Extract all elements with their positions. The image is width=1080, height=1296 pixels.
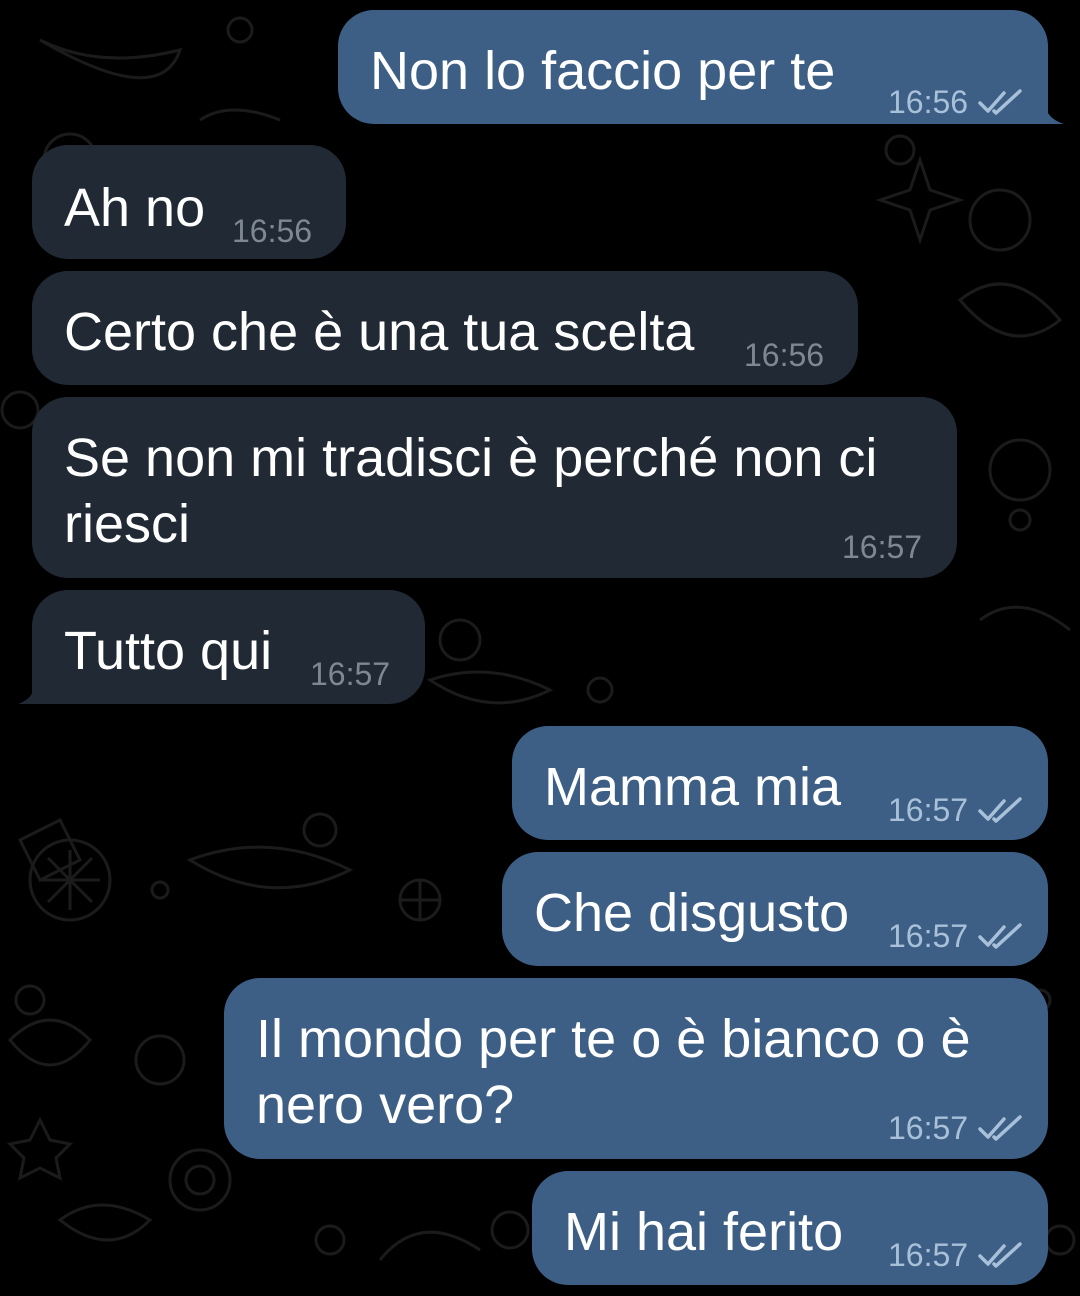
message-meta: 16:56 (888, 86, 1024, 118)
message-bubble-incoming[interactable]: Certo che è una tua scelta 16:56 (32, 271, 858, 385)
message-bubble-outgoing[interactable]: Non lo faccio per te 16:56 (338, 10, 1064, 124)
read-double-check-icon (978, 923, 1022, 949)
message-text-line: nero vero? (256, 1075, 515, 1135)
message-text-line: riesci (64, 494, 191, 554)
message-list[interactable]: Non lo faccio per te 16:56 Ah no 16:56 C… (0, 0, 1080, 1296)
message-bubble-incoming[interactable]: Tutto qui 16:57 (18, 590, 425, 704)
message-bubble-outgoing[interactable]: Il mondo per te o è bianco o è nero vero… (224, 978, 1048, 1159)
message-meta: 16:57 (888, 1239, 1024, 1271)
message-text: Certo che è una tua scelta (64, 302, 695, 362)
message-text-line: Il mondo per te o è bianco o è (256, 1009, 971, 1069)
message-time: 16:56 (232, 213, 313, 249)
message-bubble-outgoing[interactable]: Che disgusto 16:57 (502, 852, 1048, 966)
message-bubble-outgoing[interactable]: Mamma mia 16:57 (512, 726, 1048, 840)
read-double-check-icon (978, 1115, 1022, 1141)
message-bubble-incoming[interactable]: Ah no 16:56 (32, 145, 346, 259)
message-time: 16:57 (888, 918, 969, 954)
message-text: Non lo faccio per te (370, 41, 836, 101)
read-double-check-icon (978, 797, 1022, 823)
message-time: 16:57 (888, 1237, 969, 1273)
message-bubble-incoming[interactable]: Se non mi tradisci è perché non ci riesc… (32, 397, 957, 578)
message-meta: 16:57 (888, 1112, 1024, 1144)
message-time: 16:56 (744, 337, 825, 373)
message-meta: 16:57 (888, 794, 1024, 826)
message-text: Ah no (64, 178, 206, 238)
message-time: 16:57 (310, 656, 391, 692)
read-double-check-icon (978, 1242, 1022, 1268)
bubble-tail (18, 678, 42, 704)
message-text: Mi hai ferito (564, 1202, 844, 1262)
message-meta: 16:57 (888, 920, 1024, 952)
message-time: 16:57 (888, 792, 969, 828)
message-text: Che disgusto (534, 883, 850, 943)
bubble-tail (1038, 98, 1064, 124)
message-text: Mamma mia (544, 757, 842, 817)
message-time: 16:57 (888, 1110, 969, 1146)
message-bubble-outgoing[interactable]: Mi hai ferito 16:57 (532, 1171, 1048, 1285)
read-double-check-icon (978, 89, 1022, 115)
message-text-line: Se non mi tradisci è perché non ci (64, 428, 878, 488)
message-text: Tutto qui (64, 621, 273, 681)
message-time: 16:56 (888, 84, 969, 120)
message-time: 16:57 (842, 529, 923, 565)
